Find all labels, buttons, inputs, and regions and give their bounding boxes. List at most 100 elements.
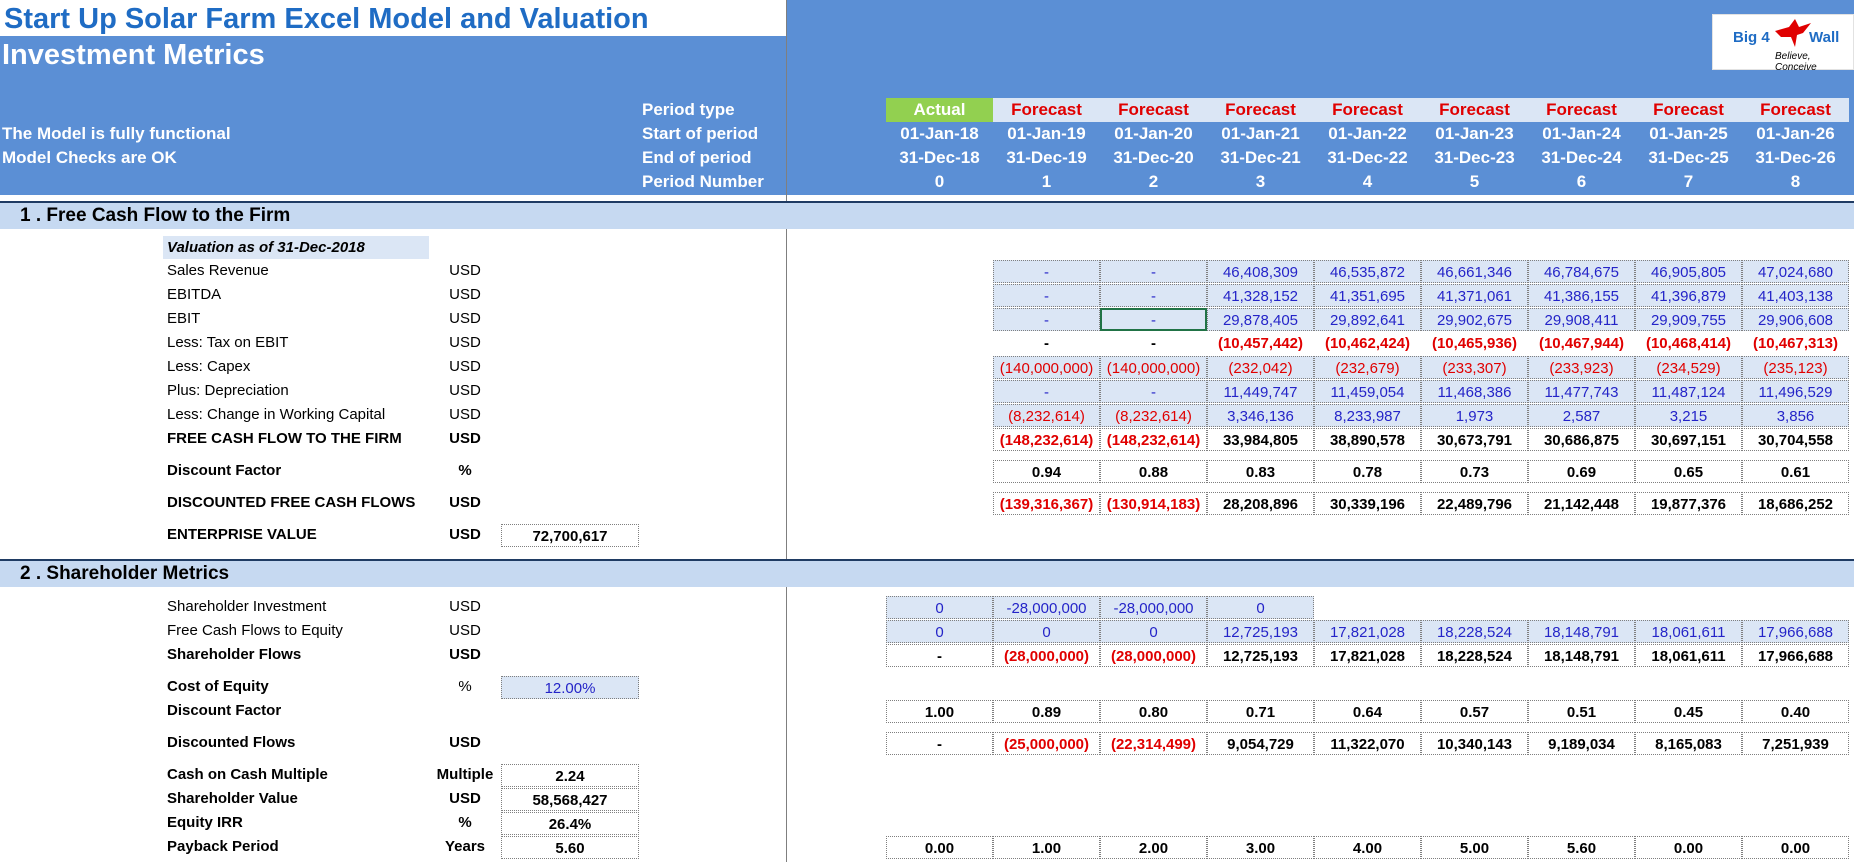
fcff-value-cell[interactable]: - xyxy=(1100,308,1207,331)
equity-discount-factor-cell[interactable]: 0.64 xyxy=(1314,700,1421,723)
shareholder-investment-cell[interactable]: -28,000,000 xyxy=(993,596,1100,619)
shareholder-flows-cell[interactable]: 12,725,193 xyxy=(1207,644,1314,667)
discounted-flows-cell[interactable]: (22,314,499) xyxy=(1100,732,1207,755)
fcff-value-cell[interactable]: 11,496,529 xyxy=(1742,380,1849,403)
discount-factor-cell[interactable]: 0.88 xyxy=(1100,460,1207,483)
discounted-flows-cell[interactable]: 9,054,729 xyxy=(1207,732,1314,755)
shareholder-flows-cell[interactable]: 17,821,028 xyxy=(1314,644,1421,667)
fcfe-cell[interactable]: 17,821,028 xyxy=(1314,620,1421,643)
discount-factor-cell[interactable]: 0.94 xyxy=(993,460,1100,483)
fcff-value-cell[interactable]: (8,232,614) xyxy=(993,404,1100,427)
fcff-value-cell[interactable]: (10,468,414) xyxy=(1635,332,1742,355)
fcff-value-cell[interactable]: 29,878,405 xyxy=(1207,308,1314,331)
discounted-flows-cell[interactable]: 9,189,034 xyxy=(1528,732,1635,755)
fcff-value-cell[interactable]: 41,371,061 xyxy=(1421,284,1528,307)
cost-of-equity-input[interactable]: 12.00% xyxy=(501,676,639,699)
fcff-value-cell[interactable]: - xyxy=(993,308,1100,331)
discount-factor-cell[interactable]: 0.73 xyxy=(1421,460,1528,483)
fcff-value-cell[interactable]: 30,673,791 xyxy=(1421,428,1528,451)
fcff-value-cell[interactable]: - xyxy=(1100,260,1207,283)
fcff-value-cell[interactable]: 41,351,695 xyxy=(1314,284,1421,307)
discounted-flows-cell[interactable]: 8,165,083 xyxy=(1635,732,1742,755)
fcff-value-cell[interactable]: 30,697,151 xyxy=(1635,428,1742,451)
fcfe-cell[interactable]: 0 xyxy=(993,620,1100,643)
discount-factor-cell[interactable]: 0.65 xyxy=(1635,460,1742,483)
fcff-value-cell[interactable]: 3,856 xyxy=(1742,404,1849,427)
fcff-value-cell[interactable]: (148,232,614) xyxy=(993,428,1100,451)
shareholder-investment-cell[interactable]: 0 xyxy=(1207,596,1314,619)
discount-factor-cell[interactable]: 0.78 xyxy=(1314,460,1421,483)
shareholder-flows-cell[interactable]: 18,061,611 xyxy=(1635,644,1742,667)
fcff-value-cell[interactable]: 29,906,608 xyxy=(1742,308,1849,331)
shareholder-flows-cell[interactable]: - xyxy=(886,644,993,667)
fcff-value-cell[interactable]: (235,123) xyxy=(1742,356,1849,379)
fcff-value-cell[interactable]: (232,042) xyxy=(1207,356,1314,379)
discounted-fcf-cell[interactable]: 18,686,252 xyxy=(1742,492,1849,515)
equity-irr-cell[interactable]: 26.4% xyxy=(501,812,639,835)
fcff-value-cell[interactable]: (10,465,936) xyxy=(1421,332,1528,355)
shareholder-flows-cell[interactable]: 18,148,791 xyxy=(1528,644,1635,667)
discounted-fcf-cell[interactable]: 28,208,896 xyxy=(1207,492,1314,515)
fcff-value-cell[interactable]: 41,328,152 xyxy=(1207,284,1314,307)
fcff-value-cell[interactable]: (8,232,614) xyxy=(1100,404,1207,427)
fcfe-cell[interactable]: 0 xyxy=(886,620,993,643)
discounted-flows-cell[interactable]: 11,322,070 xyxy=(1314,732,1421,755)
discount-factor-cell[interactable]: 0.83 xyxy=(1207,460,1314,483)
discounted-fcf-cell[interactable]: (139,316,367) xyxy=(993,492,1100,515)
fcff-value-cell[interactable]: 41,403,138 xyxy=(1742,284,1849,307)
fcff-value-cell[interactable]: - xyxy=(1100,284,1207,307)
equity-discount-factor-cell[interactable]: 0.51 xyxy=(1528,700,1635,723)
enterprise-value-cell[interactable]: 72,700,617 xyxy=(501,524,639,547)
discounted-fcf-cell[interactable]: 22,489,796 xyxy=(1421,492,1528,515)
cash-multiple-cell[interactable]: 2.24 xyxy=(501,764,639,787)
discounted-flows-cell[interactable]: (25,000,000) xyxy=(993,732,1100,755)
fcfe-cell[interactable]: 17,966,688 xyxy=(1742,620,1849,643)
fcff-value-cell[interactable]: (10,467,313) xyxy=(1742,332,1849,355)
fcff-value-cell[interactable]: 38,890,578 xyxy=(1314,428,1421,451)
shareholder-flows-cell[interactable]: (28,000,000) xyxy=(993,644,1100,667)
fcff-value-cell[interactable]: (233,307) xyxy=(1421,356,1528,379)
fcff-value-cell[interactable]: 30,704,558 xyxy=(1742,428,1849,451)
fcff-value-cell[interactable]: 46,661,346 xyxy=(1421,260,1528,283)
fcff-value-cell[interactable]: 11,477,743 xyxy=(1528,380,1635,403)
payback-cell[interactable]: 5.60 xyxy=(501,836,639,859)
fcfe-cell[interactable]: 18,148,791 xyxy=(1528,620,1635,643)
fcff-value-cell[interactable]: (10,457,442) xyxy=(1207,332,1314,355)
discount-factor-cell[interactable]: 0.69 xyxy=(1528,460,1635,483)
payback-cell[interactable]: 1.00 xyxy=(993,836,1100,859)
fcff-value-cell[interactable]: (148,232,614) xyxy=(1100,428,1207,451)
fcff-value-cell[interactable]: 46,784,675 xyxy=(1528,260,1635,283)
fcff-value-cell[interactable]: (10,462,424) xyxy=(1314,332,1421,355)
fcff-value-cell[interactable]: 11,487,124 xyxy=(1635,380,1742,403)
fcfe-cell[interactable]: 18,061,611 xyxy=(1635,620,1742,643)
fcff-value-cell[interactable]: 29,892,641 xyxy=(1314,308,1421,331)
fcff-value-cell[interactable]: (10,467,944) xyxy=(1528,332,1635,355)
shareholder-flows-cell[interactable]: (28,000,000) xyxy=(1100,644,1207,667)
payback-cell[interactable]: 5.00 xyxy=(1421,836,1528,859)
discounted-fcf-cell[interactable]: 21,142,448 xyxy=(1528,492,1635,515)
equity-discount-factor-cell[interactable]: 0.45 xyxy=(1635,700,1742,723)
shareholder-flows-cell[interactable]: 17,966,688 xyxy=(1742,644,1849,667)
shareholder-value-cell[interactable]: 58,568,427 xyxy=(501,788,639,811)
fcff-value-cell[interactable]: 11,459,054 xyxy=(1314,380,1421,403)
fcff-value-cell[interactable]: (234,529) xyxy=(1635,356,1742,379)
fcff-value-cell[interactable]: 30,686,875 xyxy=(1528,428,1635,451)
fcff-value-cell[interactable]: 41,396,879 xyxy=(1635,284,1742,307)
payback-cell[interactable]: 0.00 xyxy=(1635,836,1742,859)
fcff-value-cell[interactable]: (233,923) xyxy=(1528,356,1635,379)
fcff-value-cell[interactable]: (140,000,000) xyxy=(993,356,1100,379)
equity-discount-factor-cell[interactable]: 1.00 xyxy=(886,700,993,723)
equity-discount-factor-cell[interactable]: 0.89 xyxy=(993,700,1100,723)
fcff-value-cell[interactable]: - xyxy=(993,260,1100,283)
fcff-value-cell[interactable]: 1,973 xyxy=(1421,404,1528,427)
fcff-value-cell[interactable]: 29,908,411 xyxy=(1528,308,1635,331)
payback-cell[interactable]: 0.00 xyxy=(886,836,993,859)
discounted-fcf-cell[interactable]: 30,339,196 xyxy=(1314,492,1421,515)
fcff-value-cell[interactable]: - xyxy=(993,380,1100,403)
shareholder-investment-cell[interactable]: -28,000,000 xyxy=(1100,596,1207,619)
fcff-value-cell[interactable]: - xyxy=(1100,380,1207,403)
equity-discount-factor-cell[interactable]: 0.71 xyxy=(1207,700,1314,723)
discounted-fcf-cell[interactable]: 19,877,376 xyxy=(1635,492,1742,515)
discounted-flows-cell[interactable]: 7,251,939 xyxy=(1742,732,1849,755)
fcff-value-cell[interactable]: 33,984,805 xyxy=(1207,428,1314,451)
